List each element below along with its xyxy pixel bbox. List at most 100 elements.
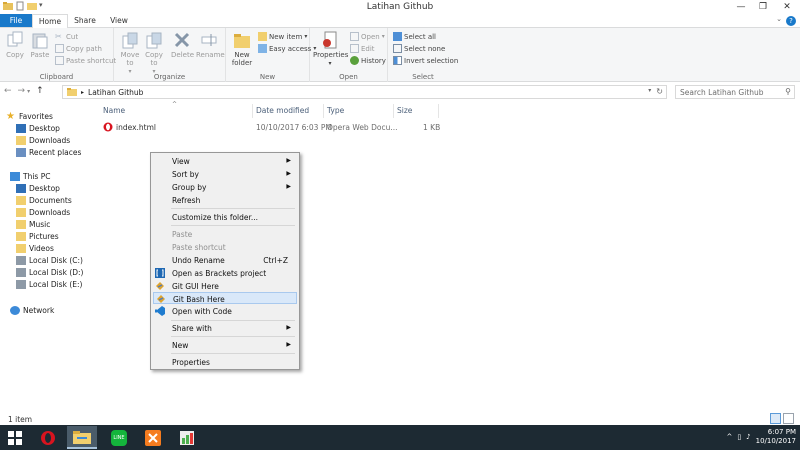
menu-item-undo-rename[interactable]: Undo Rename Ctrl+Z xyxy=(153,254,297,266)
column-divider[interactable] xyxy=(252,104,253,118)
help-icon[interactable]: ? xyxy=(786,16,796,26)
properties-button[interactable]: Properties ▾ xyxy=(313,31,348,68)
nav-pc-music[interactable]: Music xyxy=(16,218,50,230)
menu-item-git-bash[interactable]: Git Bash Here xyxy=(153,292,297,304)
menu-item-sort-by[interactable]: Sort by ▶ xyxy=(153,168,297,180)
edit-button[interactable]: Edit xyxy=(350,43,375,54)
rename-button[interactable]: Rename xyxy=(196,31,225,59)
nav-pc-videos-label: Videos xyxy=(29,243,54,253)
nav-favorites[interactable]: ★ Favorites xyxy=(6,110,53,122)
column-type[interactable]: Type xyxy=(327,106,344,115)
nav-pc-documents[interactable]: Documents xyxy=(16,194,72,206)
taskbar-file-explorer[interactable] xyxy=(67,426,97,449)
menu-item-git-gui[interactable]: Git GUI Here xyxy=(153,280,297,292)
taskbar-opera[interactable] xyxy=(33,426,63,449)
column-name[interactable]: Name xyxy=(103,106,125,115)
minimize-button[interactable]: — xyxy=(730,0,752,14)
recent-dropdown-icon[interactable]: ▾ xyxy=(27,88,30,96)
search-input[interactable]: Search Latihan Github ⚲ xyxy=(675,85,795,99)
network-tray-icon[interactable]: ▯ xyxy=(737,433,741,441)
nav-pc-disk-d[interactable]: Local Disk (D:) xyxy=(16,266,83,278)
open-button[interactable]: Open ▾ xyxy=(350,31,385,42)
new-folder-button[interactable]: New folder xyxy=(230,31,254,67)
maximize-button[interactable]: ❐ xyxy=(752,0,774,14)
menu-item-new[interactable]: New ▶ xyxy=(153,339,297,351)
cut-button[interactable]: ✂ Cut xyxy=(55,31,78,42)
menu-item-share-with[interactable]: Share with ▶ xyxy=(153,322,297,334)
large-icons-view-icon[interactable] xyxy=(783,413,794,424)
back-icon[interactable]: ← xyxy=(4,86,12,96)
column-date-modified[interactable]: Date modified xyxy=(256,106,309,115)
expand-ribbon-icon[interactable]: ⌄ xyxy=(776,15,782,23)
column-divider[interactable] xyxy=(323,104,324,118)
tab-home[interactable]: Home xyxy=(32,14,68,29)
nav-network[interactable]: Network xyxy=(10,304,54,316)
menu-item-paste[interactable]: Paste xyxy=(153,228,297,240)
breadcrumb-separator-icon[interactable]: ▸ xyxy=(81,89,84,96)
menu-item-group-by[interactable]: Group by ▶ xyxy=(153,181,297,193)
volume-icon[interactable]: ♪ xyxy=(746,433,750,441)
taskbar-app[interactable] xyxy=(172,426,202,449)
start-button[interactable] xyxy=(0,426,30,449)
clock[interactable]: 6:07 PM 10/10/2017 xyxy=(756,428,796,446)
pictures-icon xyxy=(16,231,26,241)
paste-button[interactable]: Paste xyxy=(29,31,51,59)
copy-to-button[interactable]: Copy to ▾ xyxy=(143,31,165,76)
easy-access-button[interactable]: Easy access ▾ xyxy=(258,43,316,54)
copy-path-button[interactable]: Copy path xyxy=(55,43,102,54)
menu-item-paste-shortcut[interactable]: Paste shortcut xyxy=(153,241,297,253)
select-all-button[interactable]: Select all xyxy=(393,31,436,42)
invert-selection-button[interactable]: Invert selection xyxy=(393,55,458,66)
nav-pc-disk-c[interactable]: Local Disk (C:) xyxy=(16,254,83,266)
history-button[interactable]: History xyxy=(350,55,386,66)
menu-item-customize[interactable]: Customize this folder... xyxy=(153,211,297,223)
menu-item-open-brackets[interactable]: Open as Brackets project xyxy=(153,267,297,279)
item-count: 1 item xyxy=(8,415,33,424)
column-size[interactable]: Size xyxy=(397,106,412,115)
copy-button[interactable]: Copy xyxy=(4,31,26,59)
new-item-button[interactable]: New item ▾ xyxy=(258,31,307,42)
taskbar-xampp[interactable] xyxy=(138,426,168,449)
tab-file[interactable]: File xyxy=(0,14,32,27)
select-none-button[interactable]: Select none xyxy=(393,43,445,54)
nav-this-pc[interactable]: This PC xyxy=(10,170,50,182)
paste-shortcut-button[interactable]: Paste shortcut xyxy=(55,55,116,66)
tab-share[interactable]: Share xyxy=(68,14,102,27)
tray-expand-icon[interactable]: ^ xyxy=(726,433,732,441)
open-group: Properties ▾ Open ▾ Edit History Open xyxy=(310,28,388,82)
details-view-icon[interactable] xyxy=(770,413,781,424)
close-button[interactable]: ✕ xyxy=(774,0,800,14)
address-dropdown-icon[interactable]: ▾ xyxy=(648,87,651,96)
menu-item-view[interactable]: View ▶ xyxy=(153,155,297,167)
menu-item-open-code[interactable]: Open with Code xyxy=(153,305,297,317)
nav-pc-disk-e[interactable]: Local Disk (E:) xyxy=(16,278,82,290)
nav-fav-downloads[interactable]: Downloads xyxy=(16,134,70,146)
nav-pc-pictures[interactable]: Pictures xyxy=(16,230,59,242)
address-bar[interactable]: ▸ Latihan Github ▾ ↻ xyxy=(62,85,667,99)
windows-icon xyxy=(8,430,22,445)
column-divider[interactable] xyxy=(393,104,394,118)
file-row[interactable]: index.html 10/10/2017 6:03 PM Opera Web … xyxy=(100,121,450,134)
menu-item-properties[interactable]: Properties xyxy=(153,356,297,368)
column-divider[interactable] xyxy=(438,104,439,118)
nav-pc-downloads[interactable]: Downloads xyxy=(16,206,70,218)
delete-button[interactable]: Delete xyxy=(171,31,194,59)
xampp-icon xyxy=(145,429,161,446)
new-item-label: New item xyxy=(269,32,303,41)
search-icon[interactable]: ⚲ xyxy=(785,87,791,96)
refresh-icon[interactable]: ↻ xyxy=(656,87,663,96)
move-to-button[interactable]: Move to ▾ xyxy=(119,31,141,76)
nav-pc-desktop[interactable]: Desktop xyxy=(16,182,60,194)
breadcrumb-current[interactable]: Latihan Github xyxy=(88,88,143,97)
up-icon[interactable]: ↑ xyxy=(36,86,44,96)
forward-icon[interactable]: → xyxy=(18,86,26,96)
delete-icon xyxy=(173,31,191,49)
menu-item-refresh[interactable]: Refresh xyxy=(153,194,297,206)
tab-view[interactable]: View xyxy=(102,14,136,27)
file-name[interactable]: index.html xyxy=(116,123,156,132)
nav-pc-videos[interactable]: Videos xyxy=(16,242,54,254)
taskbar-line[interactable]: LINE xyxy=(104,426,134,449)
nav-fav-recent[interactable]: Recent places xyxy=(16,146,81,158)
nav-fav-desktop[interactable]: Desktop xyxy=(16,122,60,134)
copy-path-label: Copy path xyxy=(66,44,102,53)
